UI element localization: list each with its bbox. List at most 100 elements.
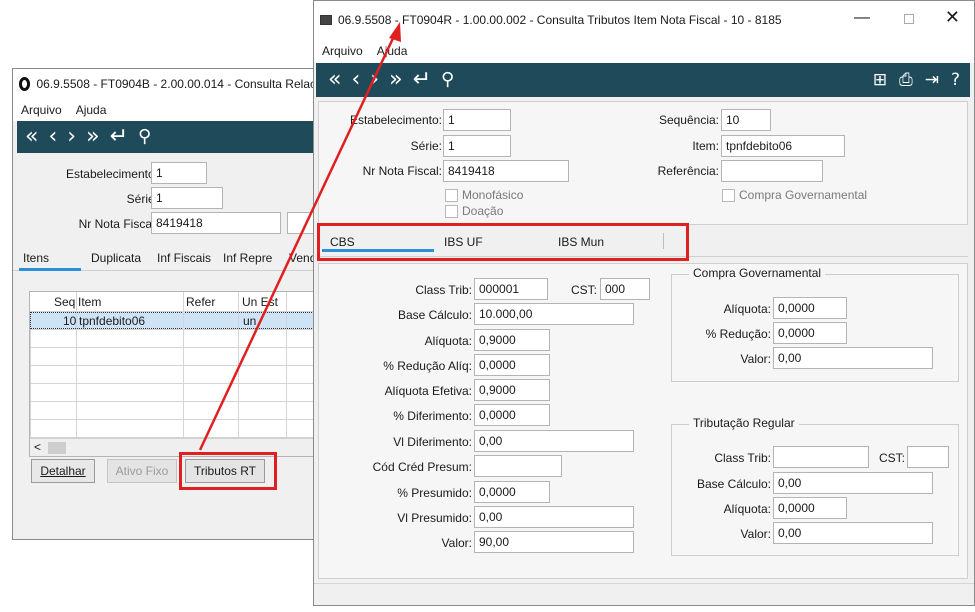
cg-valor-field[interactable]: 0,00 <box>773 347 933 369</box>
status-bar <box>314 583 974 605</box>
cg-aliquota-field[interactable]: 0,0000 <box>773 297 847 319</box>
presumido-field[interactable]: 0,0000 <box>474 481 550 503</box>
trib-regular-group-title: Tributação Regular <box>689 416 799 430</box>
tab-duplicata[interactable]: Duplicata <box>91 251 141 265</box>
estab-field[interactable]: 1 <box>443 109 511 131</box>
detalhar-button[interactable]: Detalhar <box>31 459 95 483</box>
cg-reducao-field[interactable]: 0,0000 <box>773 322 847 344</box>
tr-aliquota-label: Alíquota: <box>723 502 771 516</box>
vl-presumido-field[interactable]: 0,00 <box>474 506 634 528</box>
tr-aliquota-field[interactable]: 0,0000 <box>773 497 847 519</box>
front-header-panel: Estabelecimento: 1 Série: 1 Nr Nota Fisc… <box>318 101 968 225</box>
monofasico-checkbox[interactable]: Monofásico <box>445 188 523 202</box>
next-record-icon[interactable]: › <box>67 126 76 148</box>
item-label: Item: <box>692 139 719 153</box>
doacao-checkbox[interactable]: Doação <box>445 204 503 218</box>
previous-record-icon[interactable]: ‹ <box>351 69 360 91</box>
scroll-thumb[interactable] <box>48 442 66 454</box>
cod-cred-presum-field[interactable] <box>474 455 562 477</box>
back-tabs: Itens Duplicata Inf Fiscais Inf Repre Ve… <box>13 241 316 271</box>
tab-active-underline <box>19 268 81 271</box>
col-lines <box>183 292 184 439</box>
cell-item: tpnfdebito06 <box>79 314 146 328</box>
col-lines <box>76 292 77 439</box>
estab-label: Estabelecimento: <box>65 167 158 181</box>
compra-gov-checkbox[interactable]: Compra Governamental <box>722 188 867 202</box>
aliq-efetiva-label: Alíquota Efetiva: <box>384 384 472 398</box>
first-record-icon[interactable]: « <box>328 69 341 91</box>
scroll-left-icon[interactable]: < <box>34 440 41 454</box>
col-un-est[interactable]: Un Est <box>242 295 278 309</box>
next-record-icon[interactable]: › <box>370 69 379 91</box>
cell-un: un <box>243 314 257 328</box>
cg-reducao-label: % Redução: <box>705 327 771 341</box>
tr-base-label: Base Cálculo: <box>696 477 771 491</box>
first-record-icon[interactable]: « <box>25 126 38 148</box>
col-item[interactable]: Item <box>78 295 101 309</box>
search-icon[interactable]: ⚲ <box>138 128 151 146</box>
item-field[interactable]: tpnfdebito06 <box>721 135 845 157</box>
front-window-title: 06.9.5508 - FT0904R - 1.00.00.002 - Cons… <box>338 13 782 27</box>
last-record-icon[interactable]: » <box>389 69 402 91</box>
tr-base-field[interactable]: 0,00 <box>773 472 933 494</box>
col-refer[interactable]: Refer <box>186 295 215 309</box>
red-aliq-field[interactable]: 0,0000 <box>474 354 550 376</box>
help-icon[interactable]: ? <box>951 71 960 89</box>
tr-cst-field[interactable] <box>907 446 949 468</box>
tr-class-trib-field[interactable] <box>773 446 869 468</box>
tr-valor-label: Valor: <box>740 527 771 541</box>
ref-field[interactable] <box>721 160 823 182</box>
export-icon[interactable]: ⊞ <box>873 71 887 89</box>
menu-ajuda[interactable]: Ajuda <box>76 103 107 117</box>
print-icon[interactable]: ⎙ <box>899 71 913 89</box>
minimize-icon[interactable]: — <box>854 9 870 27</box>
front-toolbar: « ‹ › » ↵ ⚲ ⊞ ⎙ ⇥ ? <box>316 63 970 97</box>
tr-cst-label: CST: <box>878 451 905 465</box>
maximize-icon[interactable] <box>904 14 914 24</box>
estab-label: Estabelecimento: <box>349 113 442 127</box>
diferimento-field[interactable]: 0,0000 <box>474 404 550 426</box>
menu-arquivo[interactable]: Arquivo <box>21 103 62 117</box>
cg-valor-label: Valor: <box>740 352 771 366</box>
class-trib-field[interactable]: 000001 <box>474 278 548 300</box>
aliquota-field[interactable]: 0,9000 <box>474 329 550 351</box>
previous-record-icon[interactable]: ‹ <box>48 126 57 148</box>
nf-field[interactable]: 8419418 <box>443 160 569 182</box>
valor-label: Valor: <box>441 536 472 550</box>
ativo-fixo-button[interactable]: Ativo Fixo <box>107 459 177 483</box>
tab-inf-repre[interactable]: Inf Repre <box>223 251 272 265</box>
serie-field[interactable]: 1 <box>443 135 511 157</box>
front-window: 06.9.5508 - FT0904R - 1.00.00.002 - Cons… <box>313 0 975 606</box>
base-calc-field[interactable]: 10.000,00 <box>474 303 634 325</box>
ref-label: Referência: <box>657 164 719 178</box>
nf-field[interactable]: 8419418 <box>151 212 281 234</box>
tab-inf-fiscais[interactable]: Inf Fiscais <box>157 251 211 265</box>
last-record-icon[interactable]: » <box>86 126 99 148</box>
nf-label: Nr Nota Fiscal: <box>362 164 442 178</box>
goto-icon[interactable]: ↵ <box>110 126 128 148</box>
serie-field[interactable]: 1 <box>151 187 223 209</box>
diferimento-label: % Diferimento: <box>393 409 472 423</box>
seq-field[interactable]: 10 <box>721 109 771 131</box>
table-grid <box>30 329 316 439</box>
aliq-efetiva-field[interactable]: 0,9000 <box>474 379 550 401</box>
table-row[interactable]: 10 tpnfdebito06 un <box>30 312 316 329</box>
vl-diferimento-field[interactable]: 0,00 <box>474 430 634 452</box>
tab-itens[interactable]: Itens <box>23 251 49 265</box>
exit-icon[interactable]: ⇥ <box>925 71 939 89</box>
cst-field[interactable]: 000 <box>600 278 650 300</box>
close-icon[interactable]: ✕ <box>945 7 960 28</box>
tr-valor-field[interactable]: 0,00 <box>773 522 933 544</box>
menu-arquivo[interactable]: Arquivo <box>322 44 363 58</box>
table-header: Seq Item Refer Un Est <box>30 292 316 312</box>
search-icon[interactable]: ⚲ <box>441 71 454 89</box>
seq-label: Sequência: <box>658 113 719 127</box>
col-seq[interactable]: Seq <box>54 295 75 309</box>
items-table: Seq Item Refer Un Est 10 tpnfdebito06 un… <box>29 291 316 457</box>
estab-field[interactable]: 1 <box>151 162 207 184</box>
menu-ajuda[interactable]: Ajuda <box>377 44 408 58</box>
valor-field[interactable]: 90,00 <box>474 531 634 553</box>
goto-icon[interactable]: ↵ <box>413 69 431 91</box>
back-titlebar: 06.9.5508 - FT0904B - 2.00.00.014 - Cons… <box>13 69 316 99</box>
cell-seq: 10 <box>63 314 77 328</box>
